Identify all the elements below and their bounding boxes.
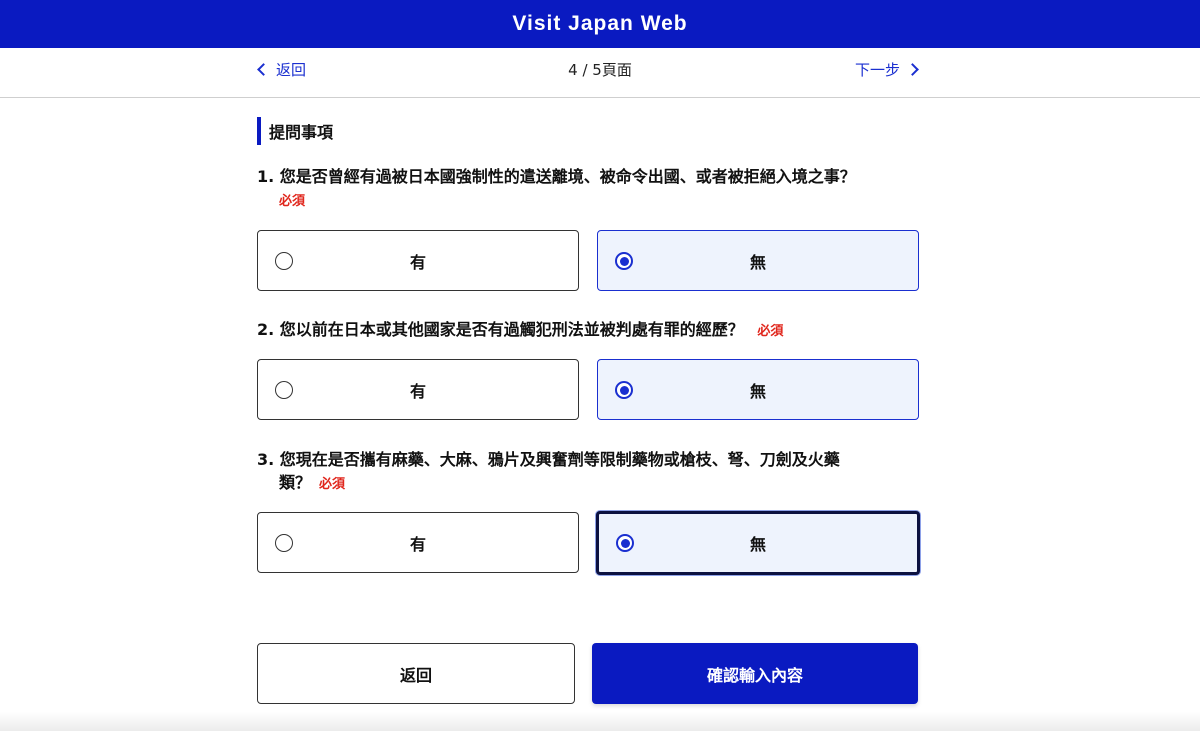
bottom-shadow <box>0 712 1200 731</box>
q1-option-no[interactable]: 無 <box>597 230 919 291</box>
option-label: 無 <box>749 535 766 554</box>
question-text-line1: 您現在是否攜有麻藥、大麻、鴉片及興奮劑等限制藥物或槍枝、弩、刀劍及火藥 <box>279 450 840 469</box>
question-text: 您是否曾經有過被日本國強制性的遣送離境、被命令出國、或者被拒絕入境之事？ <box>279 167 856 186</box>
confirm-input-button[interactable]: 確認輸入內容 <box>592 643 918 704</box>
question-text: 您以前在日本或其他國家是否有過觸犯刑法並被判處有罪的經歷？ <box>279 320 744 339</box>
nav-back-link[interactable]: 返回 <box>256 59 306 80</box>
question-number: 3. <box>257 450 275 469</box>
radio-unchecked-icon <box>275 380 293 399</box>
page-nav: 返回 4 / 5頁面 下一步 <box>0 48 1200 98</box>
section-title-text: 提問事項 <box>269 123 334 142</box>
question-number: 1. <box>257 167 275 186</box>
q2-option-no[interactable]: 無 <box>597 359 919 420</box>
app-title: Visit Japan Web <box>512 12 688 35</box>
app-header: Visit Japan Web <box>0 0 1200 48</box>
page-indicator: 4 / 5頁面 <box>568 61 632 79</box>
q3-option-no[interactable]: 無 <box>596 511 920 575</box>
option-label: 有 <box>409 381 426 401</box>
question-1: 1. 您是否曾經有過被日本國強制性的遣送離境、被命令出國、或者被拒絕入境之事？ … <box>257 165 917 213</box>
section-title: 提問事項 <box>257 117 333 145</box>
q1-option-yes[interactable]: 有 <box>257 230 579 291</box>
option-label: 無 <box>749 381 766 401</box>
q3-option-yes[interactable]: 有 <box>257 512 579 573</box>
q2-option-yes[interactable]: 有 <box>257 359 579 420</box>
nav-next-link[interactable]: 下一步 <box>855 59 920 80</box>
back-button[interactable]: 返回 <box>257 643 575 704</box>
nav-back-label: 返回 <box>276 61 307 79</box>
required-badge: 必須 <box>757 324 784 339</box>
radio-checked-icon <box>616 534 634 552</box>
chevron-right-icon <box>906 63 919 76</box>
question-text-line2-wrap: 類？ 必須 <box>257 471 917 496</box>
required-badge: 必須 <box>279 194 306 209</box>
option-label: 有 <box>409 534 426 554</box>
required-badge: 必須 <box>319 477 346 492</box>
option-label: 無 <box>749 252 766 272</box>
chevron-left-icon <box>257 63 270 76</box>
question-number: 2. <box>257 320 275 339</box>
radio-unchecked-icon <box>275 251 293 270</box>
radio-checked-icon <box>615 251 633 270</box>
radio-checked-icon <box>615 380 633 399</box>
nav-next-label: 下一步 <box>854 61 900 79</box>
question-2: 2. 您以前在日本或其他國家是否有過觸犯刑法並被判處有罪的經歷？ 必須 <box>257 318 917 343</box>
question-text-line2: 類？ <box>279 473 312 492</box>
question-3: 3. 您現在是否攜有麻藥、大麻、鴉片及興奮劑等限制藥物或槍枝、弩、刀劍及火藥 類… <box>257 448 917 496</box>
radio-unchecked-icon <box>275 533 293 552</box>
option-label: 有 <box>409 252 426 272</box>
